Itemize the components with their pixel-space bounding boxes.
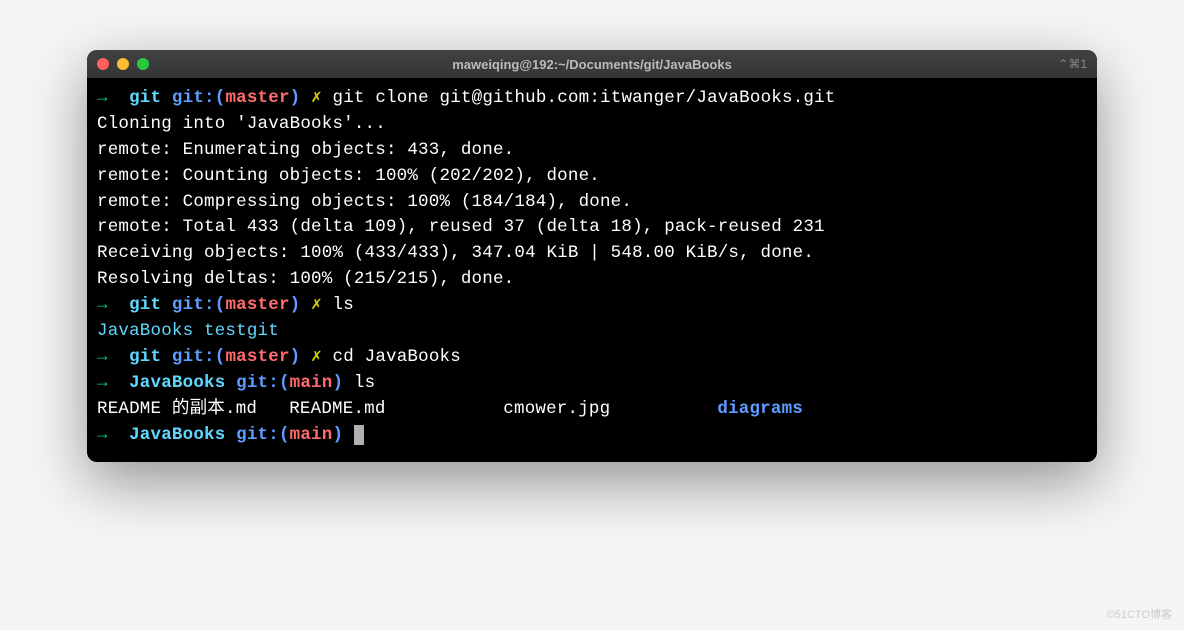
dirty-icon: ✗: [311, 88, 322, 108]
git-prefix: git:(: [172, 88, 226, 108]
arrow-icon: →: [97, 88, 108, 108]
command: ls: [354, 373, 375, 393]
file-item: cmower.jpg: [503, 399, 610, 419]
arrow-icon: →: [97, 347, 108, 367]
output-line: remote: Compressing objects: 100% (184/1…: [97, 190, 1087, 216]
command: ls: [333, 295, 354, 315]
branch: main: [290, 373, 333, 393]
git-suffix: ): [332, 373, 343, 393]
cwd: git: [129, 88, 161, 108]
cwd: git: [129, 295, 161, 315]
git-prefix: git:(: [236, 425, 290, 445]
terminal-window: maweiqing@192:~/Documents/git/JavaBooks …: [87, 50, 1097, 462]
cwd: git: [129, 347, 161, 367]
branch: master: [225, 295, 289, 315]
cwd: JavaBooks: [129, 425, 225, 445]
terminal-body[interactable]: → git git:(master) ✗ git clone git@githu…: [87, 78, 1097, 462]
watermark: ©51CTO博客: [1107, 606, 1172, 622]
ls-output: README 的副本.md README.md cmower.jpg diagr…: [97, 397, 1087, 423]
dir-item: testgit: [204, 321, 279, 341]
close-icon[interactable]: [97, 58, 109, 70]
git-suffix: ): [290, 347, 301, 367]
output-line: remote: Total 433 (delta 109), reused 37…: [97, 215, 1087, 241]
prompt-line: → JavaBooks git:(main) ls: [97, 371, 1087, 397]
command: git clone git@github.com:itwanger/JavaBo…: [333, 88, 836, 108]
ls-output: JavaBooks testgit: [97, 319, 1087, 345]
branch: master: [225, 88, 289, 108]
arrow-icon: →: [97, 295, 108, 315]
prompt-line: → git git:(master) ✗ git clone git@githu…: [97, 86, 1087, 112]
arrow-icon: →: [97, 373, 108, 393]
output-line: remote: Counting objects: 100% (202/202)…: [97, 164, 1087, 190]
git-prefix: git:(: [172, 347, 226, 367]
dir-item: JavaBooks: [97, 321, 193, 341]
output-line: remote: Enumerating objects: 433, done.: [97, 138, 1087, 164]
traffic-lights: [97, 58, 149, 70]
git-suffix: ): [290, 88, 301, 108]
git-prefix: git:(: [172, 295, 226, 315]
file-item: README 的副本.md: [97, 399, 257, 419]
prompt-line: → git git:(master) ✗ cd JavaBooks: [97, 345, 1087, 371]
maximize-icon[interactable]: [137, 58, 149, 70]
window-shortcut: ⌃⌘1: [1058, 57, 1087, 71]
title-bar: maweiqing@192:~/Documents/git/JavaBooks …: [87, 50, 1097, 78]
cursor-icon: [354, 425, 364, 445]
arrow-icon: →: [97, 425, 108, 445]
file-item: README.md: [289, 399, 385, 419]
command: cd JavaBooks: [333, 347, 461, 367]
output-line: Receiving objects: 100% (433/433), 347.0…: [97, 241, 1087, 267]
git-suffix: ): [332, 425, 343, 445]
window-title: maweiqing@192:~/Documents/git/JavaBooks: [452, 57, 732, 72]
prompt-line: → JavaBooks git:(main): [97, 423, 1087, 449]
branch: master: [225, 347, 289, 367]
dirty-icon: ✗: [311, 295, 322, 315]
minimize-icon[interactable]: [117, 58, 129, 70]
branch: main: [290, 425, 333, 445]
output-line: Resolving deltas: 100% (215/215), done.: [97, 267, 1087, 293]
dirty-icon: ✗: [311, 347, 322, 367]
cwd: JavaBooks: [129, 373, 225, 393]
git-suffix: ): [290, 295, 301, 315]
dir-item: diagrams: [717, 399, 803, 419]
git-prefix: git:(: [236, 373, 290, 393]
output-line: Cloning into 'JavaBooks'...: [97, 112, 1087, 138]
prompt-line: → git git:(master) ✗ ls: [97, 293, 1087, 319]
